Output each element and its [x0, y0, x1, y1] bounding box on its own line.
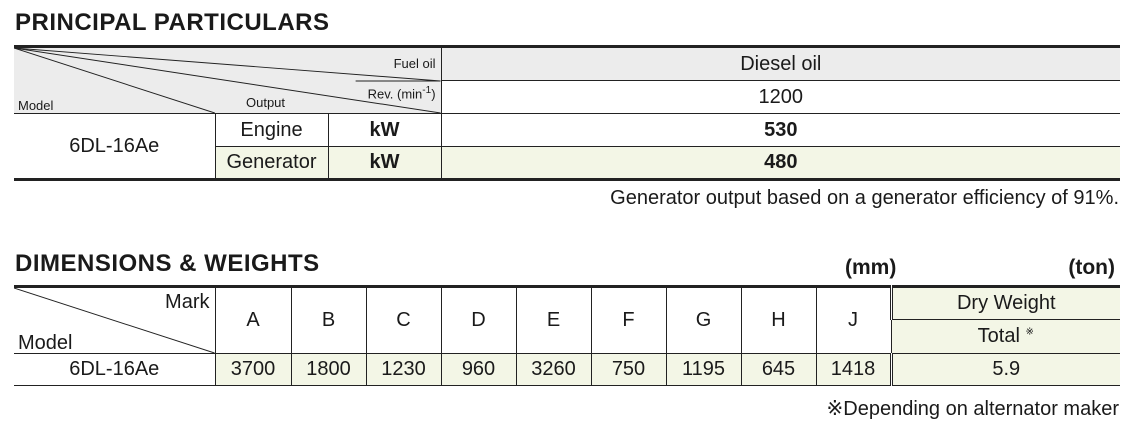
reference-mark: ※: [1025, 326, 1034, 338]
dimensions-weights-table: Mark Model A B C D E F G H J Dry Weight …: [14, 285, 1120, 386]
generator-unit: kW: [327, 146, 442, 180]
diagonal-lines: [14, 48, 441, 113]
dimensions-weights-heading: DIMENSIONS & WEIGHTS: [15, 250, 320, 277]
header-diagonal-cell: Fuel oil Rev. (min-1) Output Model: [14, 46, 442, 114]
rev-label: Rev. (min-1): [367, 85, 436, 102]
fuel-oil-value: Diesel oil: [440, 46, 1121, 81]
value-d: 960: [440, 353, 517, 386]
engine-output-value: 530: [440, 113, 1121, 147]
model-name: 6DL-16Ae: [14, 353, 216, 386]
model-name: 6DL-16Ae: [14, 113, 216, 180]
col-header-d: D: [440, 286, 517, 354]
model-label: Model: [18, 332, 73, 354]
table-row: 6DL-16Ae 3700 1800 1230 960 3260 750 119…: [14, 353, 1120, 386]
value-h: 645: [740, 353, 817, 386]
col-header-b: B: [290, 286, 367, 354]
value-a: 3700: [214, 353, 292, 386]
output-label: Output: [246, 95, 286, 110]
mark-model-diagonal-cell: Mark Model: [14, 286, 216, 354]
mark-label: Mark: [165, 291, 210, 313]
col-header-c: C: [365, 286, 442, 354]
model-label: Model: [18, 98, 54, 113]
value-b: 1800: [290, 353, 367, 386]
total-label: Total ※: [891, 319, 1120, 354]
unit-ton: (ton): [1068, 256, 1115, 279]
value-g: 1195: [665, 353, 742, 386]
col-header-e: E: [515, 286, 592, 354]
value-j: 1418: [815, 353, 892, 386]
total-dry-weight-value: 5.9: [889, 353, 1120, 386]
dry-weight-label: Dry Weight: [889, 286, 1120, 320]
value-f: 750: [590, 353, 667, 386]
engine-unit: kW: [327, 113, 442, 147]
principal-particulars-table: Fuel oil Rev. (min-1) Output Model Diese…: [14, 45, 1121, 181]
fuel-oil-label: Fuel oil: [393, 56, 436, 71]
rev-value: 1200: [441, 80, 1121, 114]
col-header-g: G: [665, 286, 742, 354]
col-header-a: A: [214, 286, 292, 354]
col-header-j: J: [815, 286, 892, 354]
col-header-h: H: [740, 286, 817, 354]
value-e: 3260: [515, 353, 592, 386]
col-header-f: F: [590, 286, 667, 354]
alternator-note: ※Depending on alternator maker: [826, 398, 1119, 420]
generator-output-value: 480: [440, 146, 1121, 180]
value-c: 1230: [365, 353, 442, 386]
principal-particulars-heading: PRINCIPAL PARTICULARS: [15, 9, 330, 36]
engine-label: Engine: [214, 113, 329, 147]
generator-label: Generator: [215, 146, 329, 180]
generator-efficiency-note: Generator output based on a generator ef…: [610, 187, 1119, 209]
unit-mm: (mm): [845, 256, 897, 279]
